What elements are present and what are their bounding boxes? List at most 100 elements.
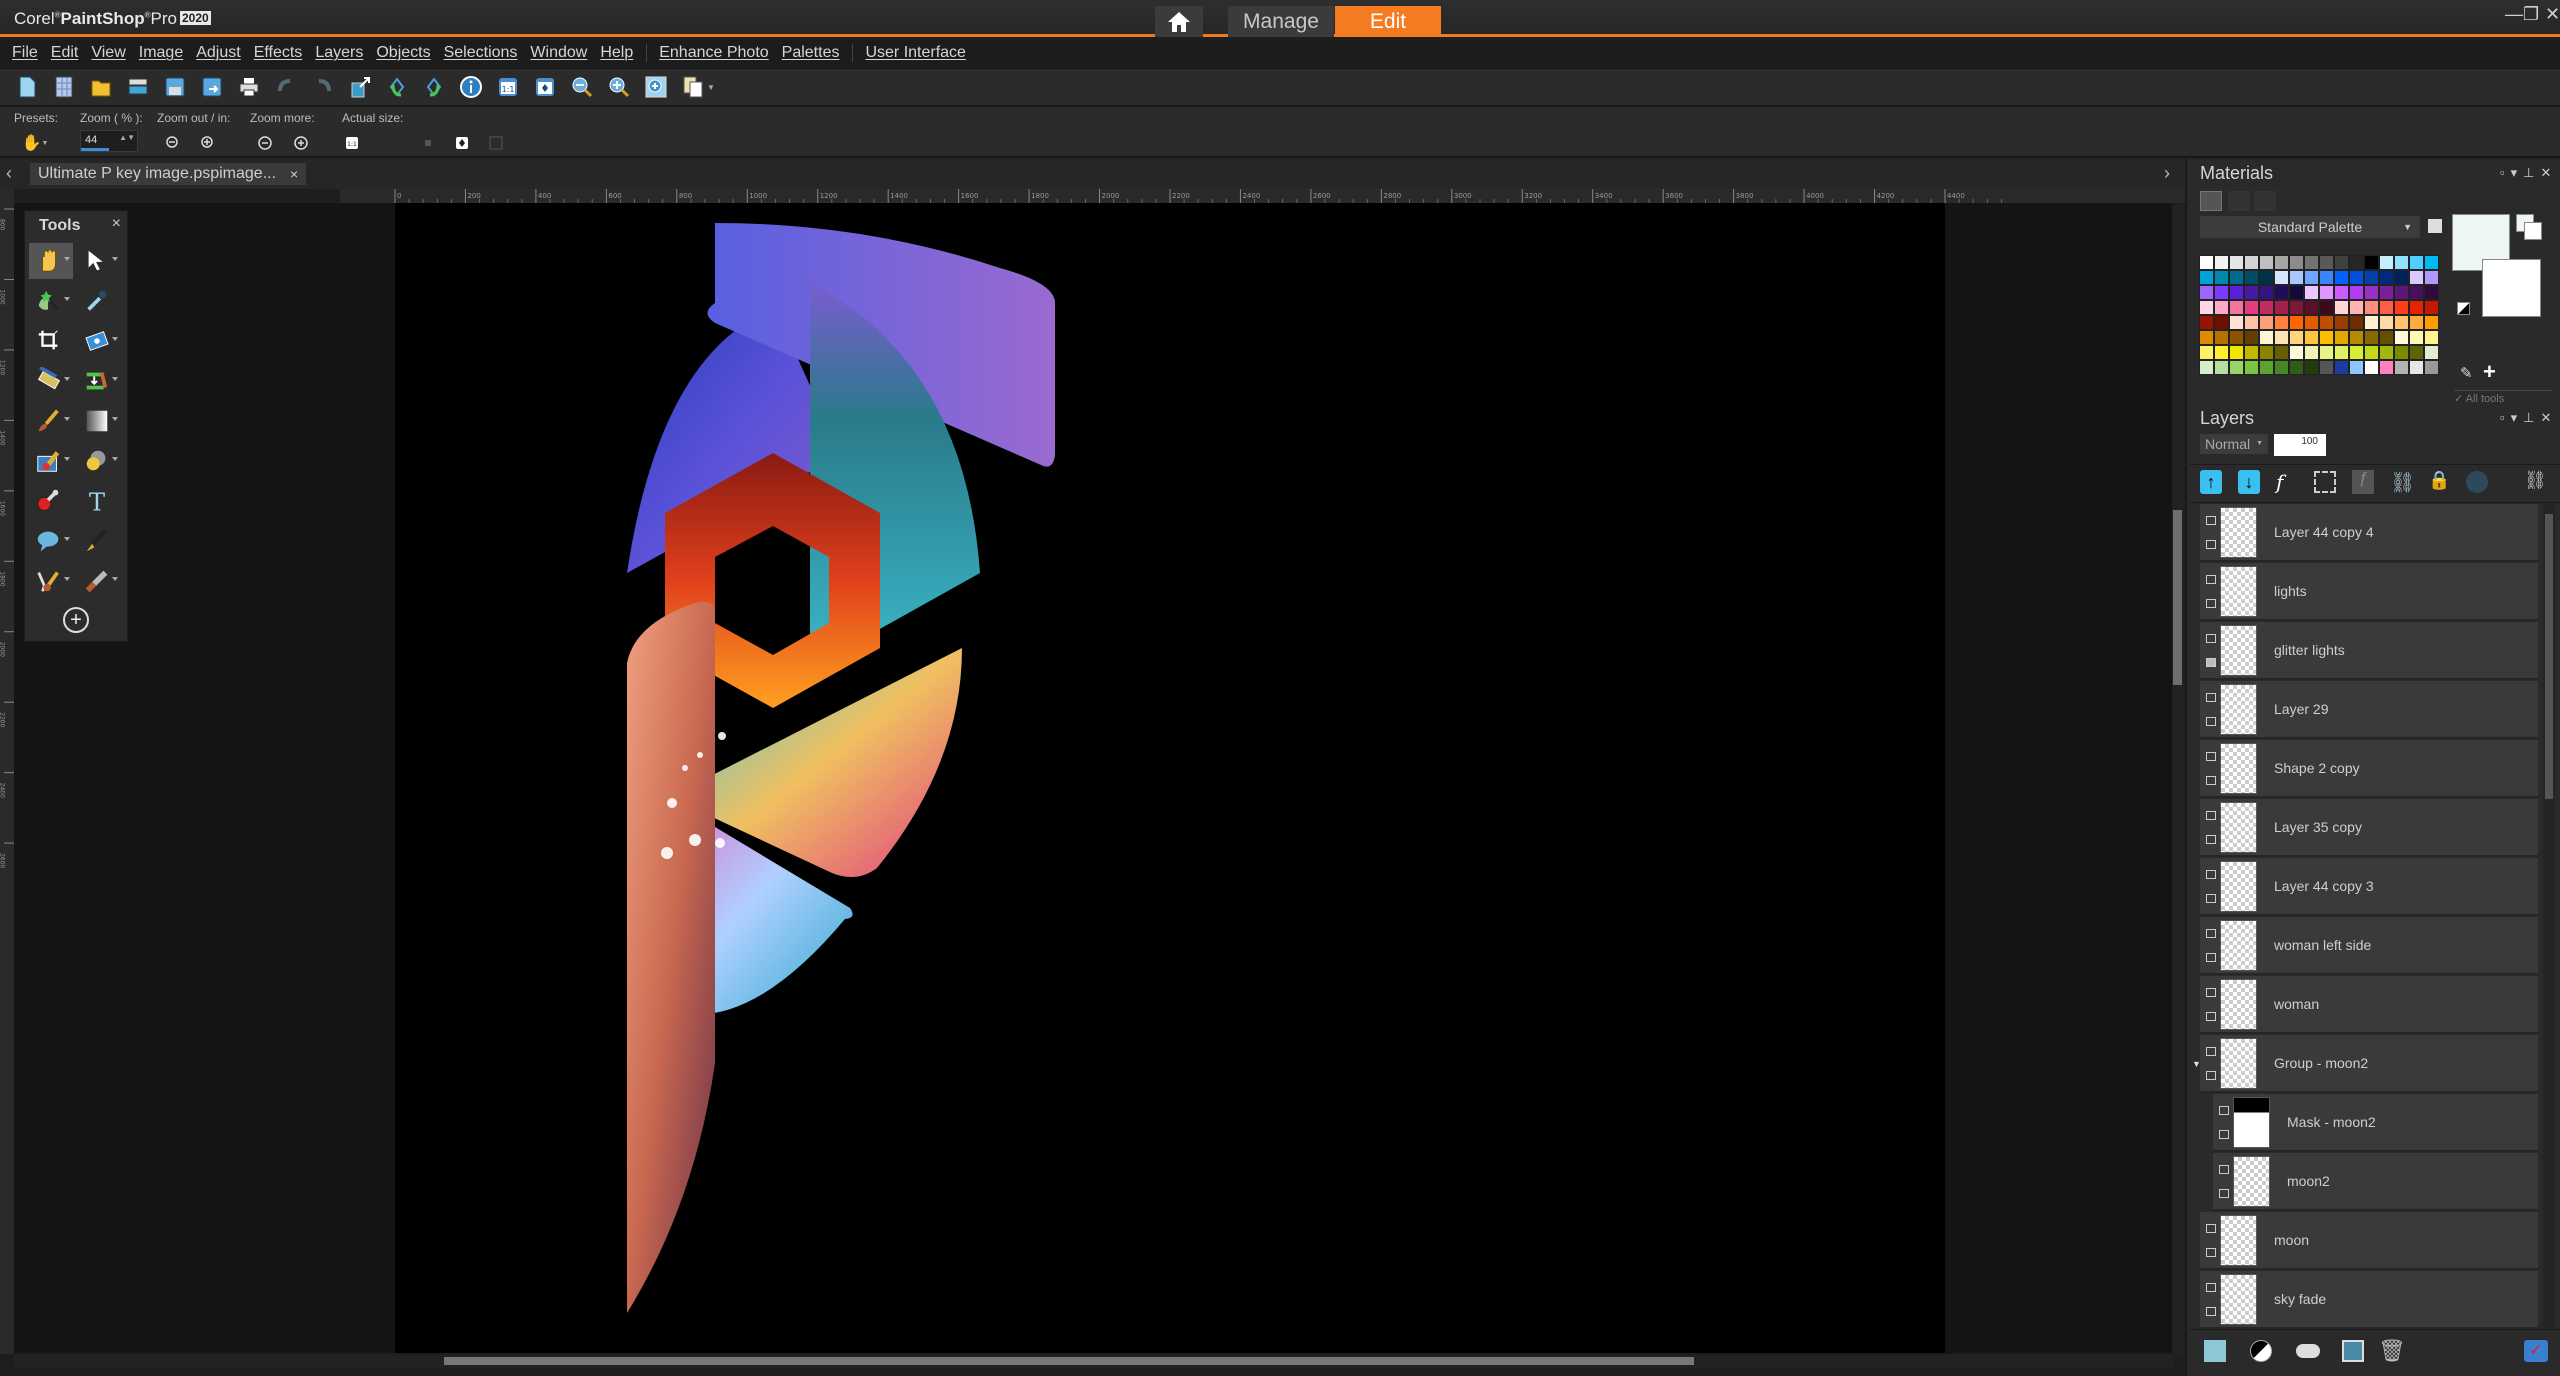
layers-scrollbar[interactable] (2543, 504, 2555, 1329)
color-swatch[interactable] (2214, 315, 2229, 330)
straighten-tool-button[interactable] (77, 323, 121, 359)
new-raster-layer-button[interactable] (2204, 1340, 2226, 1362)
color-swatch[interactable] (2319, 300, 2334, 315)
chevron-down-icon[interactable] (64, 577, 70, 581)
palette-options-button[interactable] (2428, 219, 2442, 233)
color-swatch[interactable] (2334, 345, 2349, 360)
red-eye-tool-button[interactable] (29, 363, 73, 399)
color-swatch[interactable] (2244, 270, 2259, 285)
eye-icon[interactable] (2206, 1248, 2216, 1257)
layer-row[interactable]: Layer 44 copy 3 (2200, 858, 2538, 916)
color-swatch[interactable] (2349, 255, 2364, 270)
color-swatch[interactable] (2409, 255, 2424, 270)
add-tools-button[interactable]: + (63, 607, 89, 633)
spin-icon[interactable]: ▲▼ (119, 133, 135, 142)
color-swatch[interactable] (2274, 255, 2289, 270)
color-swatch[interactable] (2349, 285, 2364, 300)
color-swatch[interactable] (2319, 255, 2334, 270)
group-expand-toggle[interactable]: ▼ (2192, 1059, 2201, 1069)
chevron-down-icon[interactable] (112, 577, 118, 581)
color-swatch[interactable] (2334, 285, 2349, 300)
eye-icon[interactable] (2206, 1071, 2216, 1080)
zoom-out-button[interactable] (567, 73, 597, 101)
color-swatch[interactable] (2259, 300, 2274, 315)
fit-image-button[interactable] (452, 133, 472, 153)
color-swatch[interactable] (2424, 300, 2439, 315)
color-swatch[interactable] (2214, 345, 2229, 360)
color-swatch[interactable] (2409, 330, 2424, 345)
chevron-down-icon[interactable] (112, 417, 118, 421)
menu-user-interface[interactable]: User Interface (865, 44, 965, 62)
palette-knife-tool-button[interactable] (77, 563, 121, 599)
color-swatch[interactable] (2409, 345, 2424, 360)
color-swatch[interactable] (2229, 360, 2244, 375)
color-swatch[interactable] (2334, 360, 2349, 375)
document-tab[interactable]: Ultimate P key image.pspimage... × (30, 163, 307, 185)
layer-row[interactable]: lights (2200, 563, 2538, 621)
color-swatch[interactable] (2199, 300, 2214, 315)
color-swatch[interactable] (2364, 285, 2379, 300)
color-swatch[interactable] (2214, 360, 2229, 375)
menu-image[interactable]: Image (139, 44, 183, 62)
color-swatch[interactable] (2424, 315, 2439, 330)
eye-icon[interactable] (2206, 894, 2216, 903)
color-swatch[interactable] (2244, 300, 2259, 315)
color-swatch[interactable] (2364, 345, 2379, 360)
zoom-window-button[interactable] (641, 73, 671, 101)
color-swatch[interactable] (2319, 345, 2334, 360)
menu-layers[interactable]: Layers (315, 44, 363, 62)
color-swatch[interactable] (2334, 315, 2349, 330)
color-swatch[interactable] (2274, 330, 2289, 345)
open-button[interactable] (86, 73, 116, 101)
menu-window[interactable]: Window (530, 44, 587, 62)
color-swatch[interactable] (2214, 255, 2229, 270)
undo-button[interactable] (271, 73, 301, 101)
color-swatch[interactable] (2289, 255, 2304, 270)
color-swatch[interactable] (2289, 330, 2304, 345)
rotate-right-button[interactable] (419, 73, 449, 101)
color-swatch[interactable] (2349, 300, 2364, 315)
materials-panel-controls[interactable]: ▫▾⊥✕ (2500, 165, 2557, 181)
color-swatch[interactable] (2349, 330, 2364, 345)
eraser-tool-button[interactable] (29, 443, 73, 479)
lighten-darken-tool-button[interactable] (29, 483, 73, 519)
lock-icon[interactable]: 🔒 (2428, 470, 2450, 494)
zoom-out-small-button[interactable] (163, 133, 183, 153)
horizontal-scroll-thumb[interactable] (444, 1357, 1694, 1365)
tools-close-button[interactable]: × (112, 215, 121, 233)
color-swatch[interactable] (2289, 360, 2304, 375)
color-swatch[interactable] (2349, 360, 2364, 375)
tab-scroll-left-button[interactable]: ‹ (6, 163, 12, 184)
new-document-button[interactable] (12, 73, 42, 101)
chevron-down-icon[interactable] (64, 257, 70, 261)
new-adjustment-layer-button[interactable] (2250, 1340, 2272, 1362)
eye-icon[interactable] (2206, 717, 2216, 726)
eye-icon[interactable] (2206, 776, 2216, 785)
color-swatch[interactable] (2229, 315, 2244, 330)
color-swatch[interactable] (2289, 315, 2304, 330)
color-swatch[interactable] (2259, 285, 2274, 300)
color-swatch[interactable] (2379, 360, 2394, 375)
chevron-down-icon[interactable] (112, 257, 118, 261)
eye-icon[interactable] (2206, 540, 2216, 549)
color-swatch[interactable] (2289, 270, 2304, 285)
color-swatch[interactable] (2199, 285, 2214, 300)
text-tool-button[interactable]: T (77, 483, 121, 519)
color-swatch[interactable] (2394, 285, 2409, 300)
vertical-scroll-thumb[interactable] (2173, 510, 2182, 685)
visibility-toggle-icon[interactable] (2466, 471, 2488, 493)
color-swatch[interactable] (2259, 360, 2274, 375)
scan-button[interactable] (123, 73, 153, 101)
color-swatch[interactable] (2364, 315, 2379, 330)
eye-icon[interactable] (2206, 599, 2216, 608)
color-swatch[interactable] (2394, 360, 2409, 375)
eye-icon[interactable] (2206, 1307, 2216, 1316)
color-swatch[interactable] (2364, 300, 2379, 315)
print-button[interactable] (234, 73, 264, 101)
paste-menu-button[interactable]: ▼ (678, 73, 718, 101)
chevron-down-icon[interactable] (64, 297, 70, 301)
magic-wand-tool-button[interactable] (29, 283, 73, 319)
document-tab-close-button[interactable]: × (290, 166, 298, 182)
color-swatch[interactable] (2259, 270, 2274, 285)
menu-effects[interactable]: Effects (254, 44, 303, 62)
